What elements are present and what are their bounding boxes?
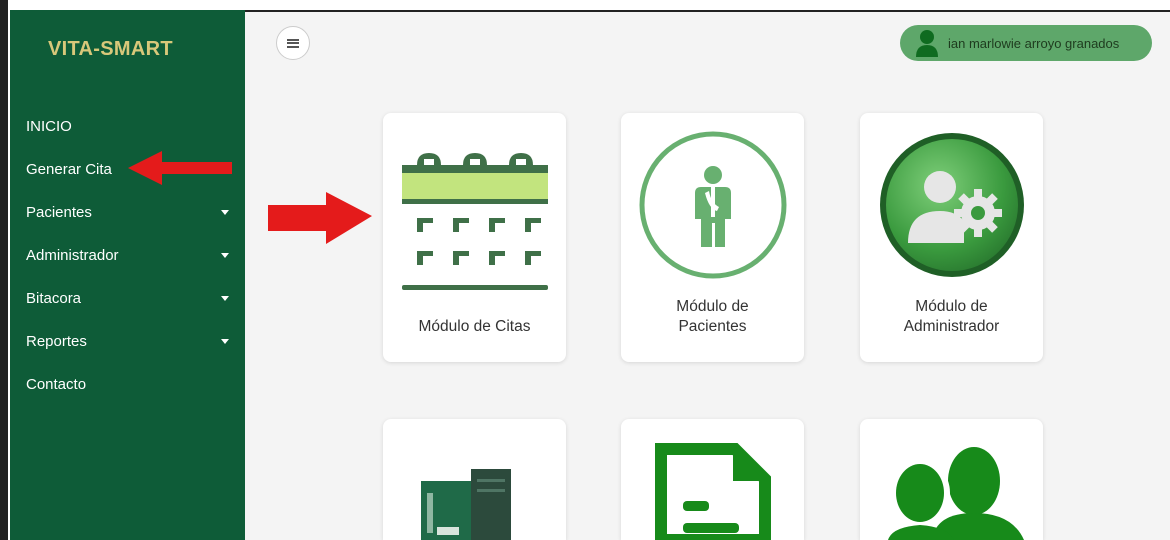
module-label: Módulo de Citas: [418, 318, 531, 335]
caret-down-icon: [221, 339, 229, 344]
window-edge: [0, 0, 10, 540]
brand-logo: VITA-SMART: [48, 38, 173, 60]
module-label: Módulo de Pacientes: [676, 298, 749, 335]
sidebar-item-bitacora[interactable]: Bitacora: [10, 277, 245, 320]
sidebar-item-label: Reportes: [26, 333, 87, 350]
user-menu-button[interactable]: ian marlowie arroyo granados: [900, 25, 1152, 61]
module-card-usuarios[interactable]: [860, 419, 1043, 540]
module-label: Módulo de Administrador: [903, 298, 1000, 335]
sidebar-item-label: Administrador: [26, 247, 119, 264]
admin-gear-icon: [878, 131, 1026, 284]
caret-down-icon: [221, 210, 229, 215]
server-icon: [415, 469, 515, 540]
sidebar-item-label: Generar Cita: [26, 161, 112, 178]
sidebar-item-label: INICIO: [26, 118, 72, 135]
module-card-reportes[interactable]: [621, 419, 804, 540]
caret-down-icon: [221, 253, 229, 258]
user-name: ian marlowie arroyo granados: [948, 35, 1120, 51]
user-icon: [914, 28, 940, 58]
sidebar: VITA-SMART INICIO Generar Cita Pacientes…: [10, 10, 245, 540]
sidebar-item-pacientes[interactable]: Pacientes: [10, 191, 245, 234]
module-card-citas[interactable]: Módulo de Citas: [383, 113, 566, 362]
menu-toggle-button[interactable]: [276, 26, 310, 60]
top-bar: ian marlowie arroyo granados: [245, 10, 1170, 77]
module-card-administrador[interactable]: Módulo de Administrador: [860, 113, 1043, 362]
hamburger-icon: [287, 37, 299, 49]
report-document-icon: [655, 441, 771, 540]
sidebar-item-label: Contacto: [26, 376, 87, 393]
sidebar-item-contacto[interactable]: Contacto: [10, 363, 245, 406]
sidebar-item-label: Bitacora: [26, 290, 82, 307]
users-icon: [862, 439, 1042, 540]
annotation-arrow-left-icon: [128, 151, 232, 185]
sidebar-item-administrador[interactable]: Administrador: [10, 234, 245, 277]
calendar-icon: [400, 135, 550, 302]
module-card-pacientes[interactable]: Módulo de Pacientes: [621, 113, 804, 362]
annotation-arrow-right-icon: [268, 192, 372, 244]
sidebar-item-reportes[interactable]: Reportes: [10, 320, 245, 363]
sidebar-item-inicio[interactable]: INICIO: [10, 105, 245, 148]
caret-down-icon: [221, 296, 229, 301]
doctor-icon: [639, 131, 787, 284]
module-card-bitacora[interactable]: [383, 419, 566, 540]
sidebar-item-label: Pacientes: [26, 204, 92, 221]
